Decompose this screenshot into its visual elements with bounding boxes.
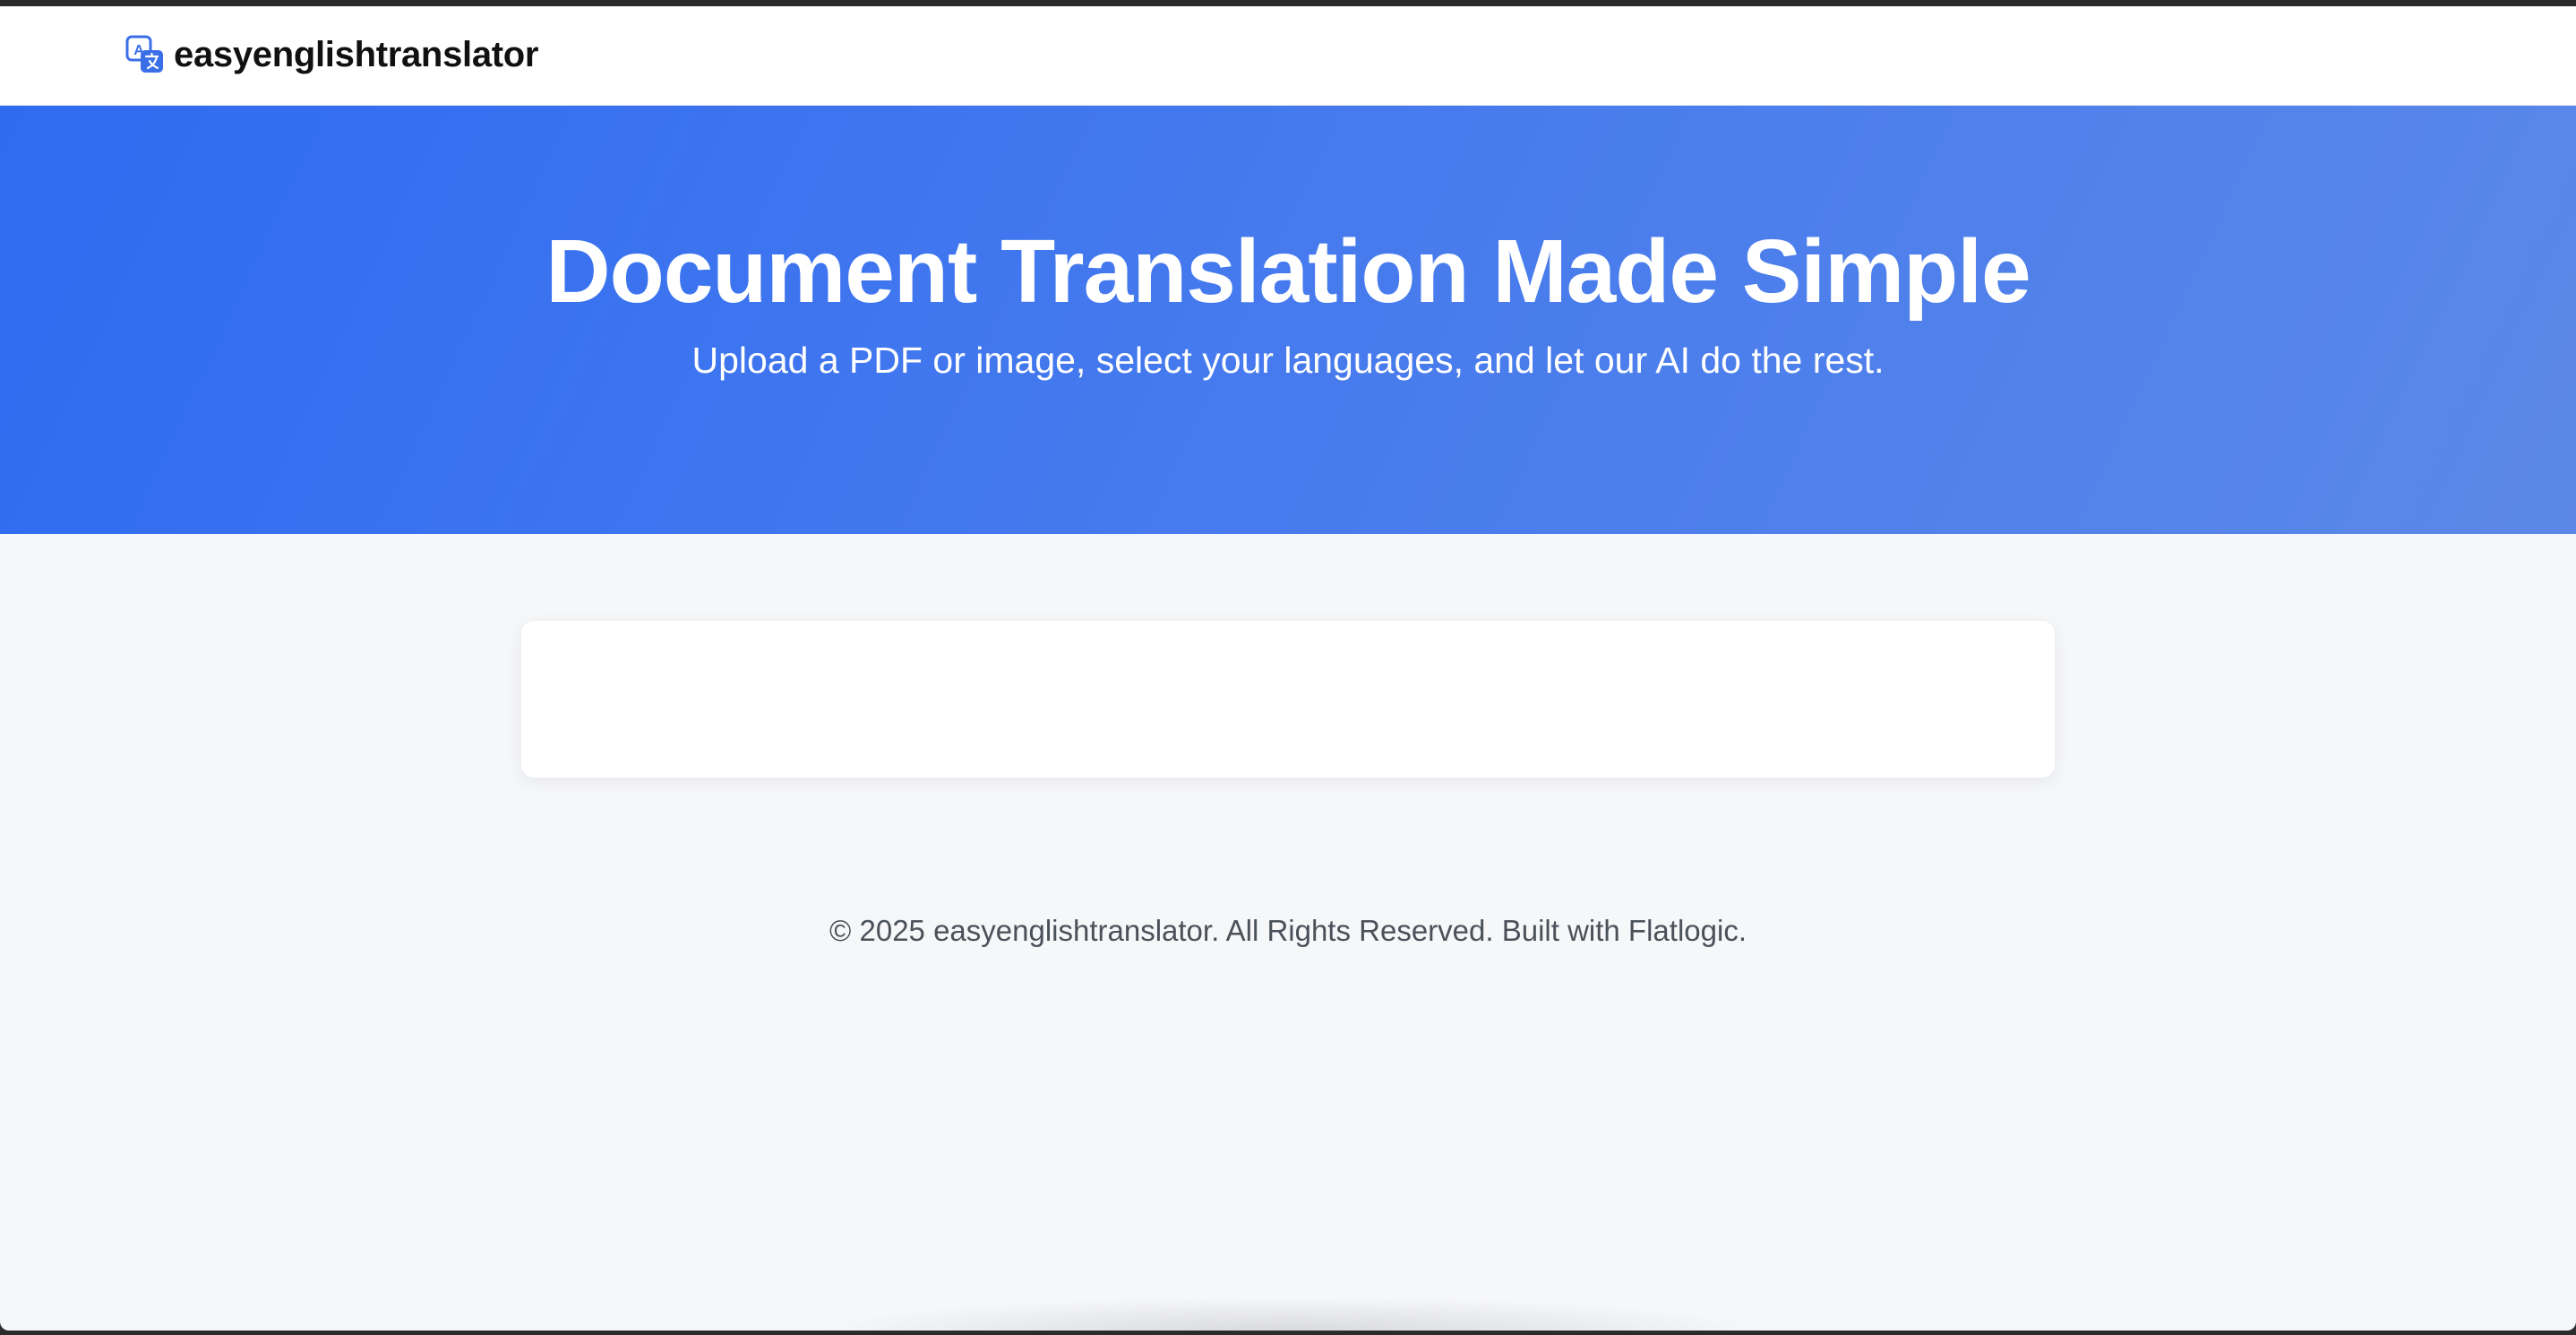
bottom-shadow xyxy=(806,1296,1773,1331)
upload-card xyxy=(521,621,2055,778)
hero-banner: Document Translation Made Simple Upload … xyxy=(0,106,2576,534)
navbar: A easyenglishtranslator xyxy=(0,6,2576,106)
brand-name: easyenglishtranslator xyxy=(174,34,539,74)
hero-title: Document Translation Made Simple xyxy=(545,221,2031,322)
translate-icon: A xyxy=(125,35,163,73)
hero-subtitle: Upload a PDF or image, select your langu… xyxy=(691,340,1885,381)
browser-window: A easyenglishtranslator Document Transla… xyxy=(0,6,2576,1331)
brand-link[interactable]: A easyenglishtranslator xyxy=(125,33,539,76)
footer-text: © 2025 easyenglishtranslator. All Rights… xyxy=(829,914,1747,947)
